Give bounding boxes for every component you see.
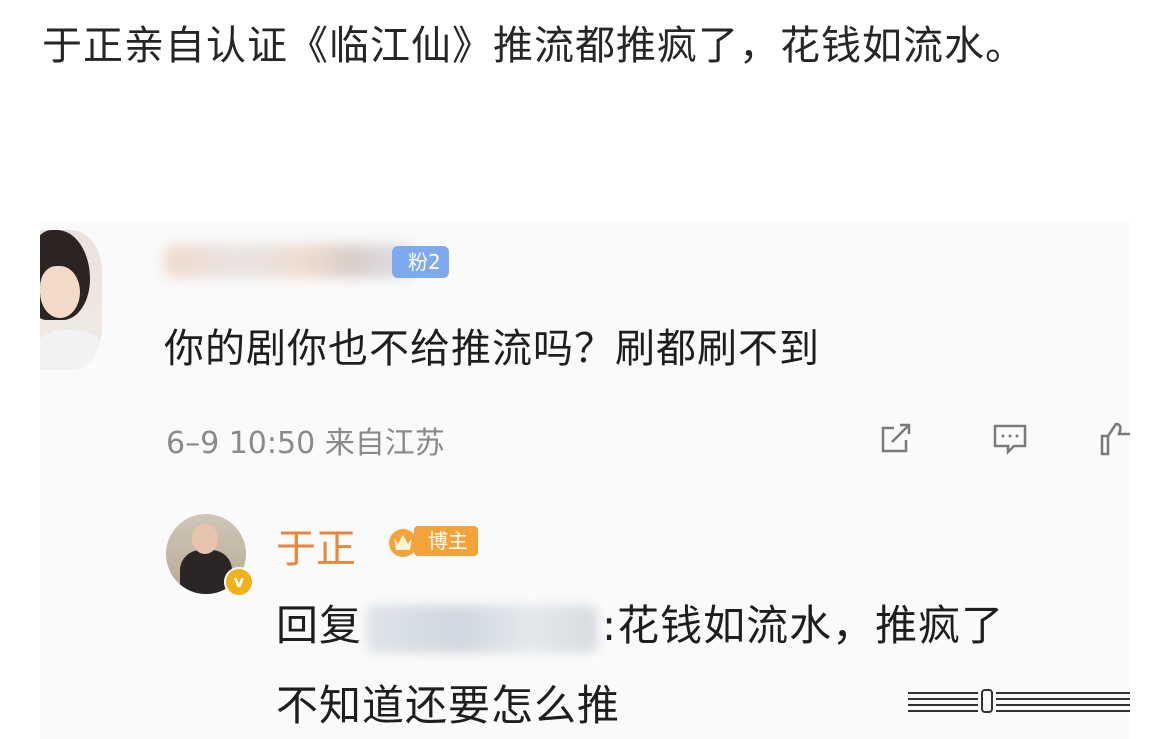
reply-body: :花钱如流水，推疯了 (602, 601, 1005, 650)
commenter-name-blurred[interactable] (164, 244, 414, 278)
replied-name-blurred[interactable] (366, 604, 599, 653)
commenter-avatar[interactable] (40, 230, 102, 370)
reply-author-name[interactable]: 于正 (276, 516, 356, 574)
comment-meta: 6–9 10:50 来自江苏 (166, 426, 445, 461)
comment-icon[interactable] (990, 418, 1030, 458)
watermark-icon (908, 689, 1130, 713)
reply-text-line1: 回复 :花钱如流水，推疯了 (276, 592, 1004, 653)
verified-icon: v (224, 567, 254, 597)
blogger-badge: 博主 (414, 526, 478, 556)
reply-text-line2: 不知道还要怎么推 (276, 681, 621, 730)
share-icon[interactable] (876, 418, 916, 458)
avatar-face (40, 266, 80, 318)
avatar-head (192, 524, 218, 554)
like-icon[interactable] (1098, 418, 1130, 458)
post-title: 于正亲自认证《临江仙》推流都推疯了，花钱如流水。 (42, 23, 1026, 69)
comment-screenshot: 粉2 你的剧你也不给推流吗？刷都刷不到 6–9 10:50 来自江苏 v 于正 … (40, 222, 1130, 739)
reply-prefix: 回复 (276, 601, 363, 650)
comment-text: 你的剧你也不给推流吗？刷都刷不到 (164, 326, 820, 372)
avatar-shirt (40, 330, 102, 370)
fan-level-badge: 粉2 (392, 246, 449, 278)
